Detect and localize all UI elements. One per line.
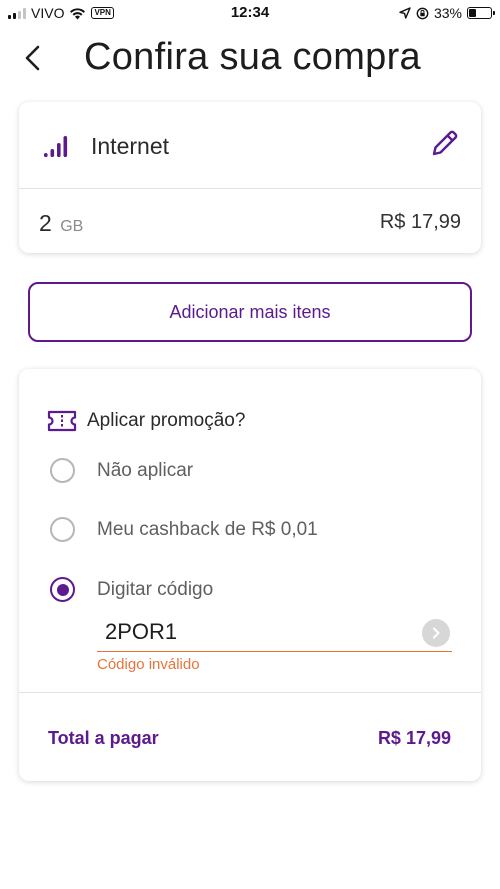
promo-option-label: Não aplicar	[97, 459, 194, 481]
pencil-icon	[432, 130, 458, 156]
chevron-left-icon	[25, 45, 40, 71]
total-value: R$ 17,99	[377, 728, 451, 748]
product-price: R$ 17,99	[379, 211, 461, 233]
promo-title: Aplicar promoção?	[87, 410, 246, 431]
radio-button[interactable]	[50, 517, 75, 542]
back-button[interactable]	[18, 42, 50, 74]
chevron-right-icon	[433, 627, 440, 639]
promo-option-label: Meu cashback de R$ 0,01	[97, 518, 318, 540]
submit-code-button[interactable]	[422, 619, 450, 647]
promo-code-field	[97, 614, 452, 652]
total-row: Total a pagar R$ 17,99	[19, 692, 481, 781]
promo-option-cashback[interactable]: Meu cashback de R$ 0,01	[50, 517, 318, 542]
battery-icon	[467, 7, 495, 19]
status-right: 33%	[399, 5, 495, 21]
promo-header: Aplicar promoção?	[47, 410, 245, 432]
edit-product-button[interactable]	[429, 127, 461, 159]
signal-bars-icon	[44, 136, 68, 157]
ticket-icon	[47, 410, 77, 432]
orientation-lock-icon	[416, 7, 429, 19]
radio-button-selected[interactable]	[50, 577, 75, 602]
status-bar: VIVO VPN 12:34 33%	[0, 0, 500, 26]
quantity-value: 2	[39, 210, 52, 236]
battery-percent: 33%	[433, 5, 462, 21]
promo-code-input[interactable]	[105, 619, 405, 645]
header: Confira sua compra	[0, 30, 500, 88]
promo-option-no-apply[interactable]: Não aplicar	[50, 458, 193, 483]
promo-card: Aplicar promoção? Não aplicar Meu cashba…	[19, 369, 481, 781]
location-arrow-icon	[399, 7, 411, 19]
add-more-items-button[interactable]: Adicionar mais itens	[28, 282, 472, 342]
total-label: Total a pagar	[48, 728, 159, 748]
quantity-unit: GB	[60, 218, 84, 235]
product-card: Internet 2 GB R$ 17,99	[19, 102, 481, 253]
promo-option-enter-code[interactable]: Digitar código	[50, 577, 213, 602]
product-name: Internet	[91, 133, 169, 159]
radio-button[interactable]	[50, 458, 75, 483]
code-error-message: Código inválido	[97, 656, 200, 673]
product-header: Internet	[19, 102, 481, 189]
page-title: Confira sua compra	[84, 36, 421, 78]
product-quantity: 2 GB	[39, 210, 83, 237]
promo-option-label: Digitar código	[97, 578, 214, 600]
